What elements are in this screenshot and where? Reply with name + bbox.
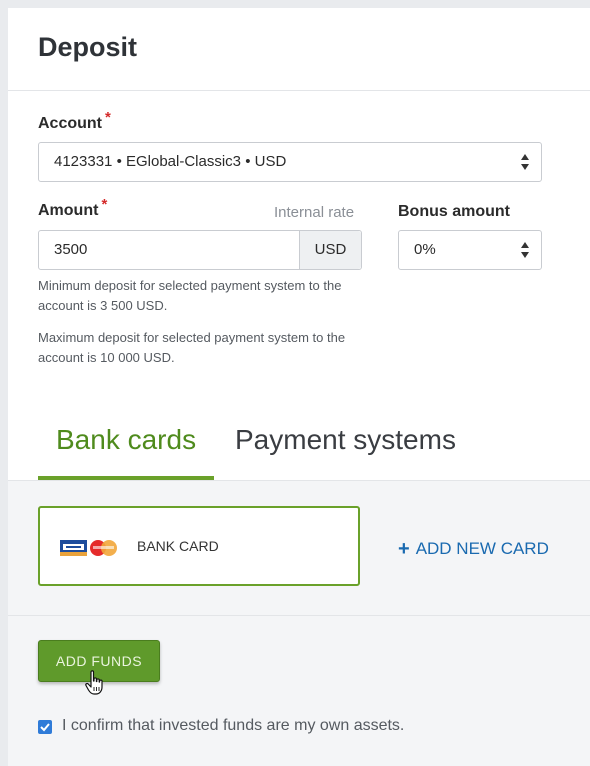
plus-icon: + (398, 538, 410, 560)
currency-addon: USD (299, 231, 361, 269)
amount-input[interactable]: 3500 USD (38, 230, 362, 270)
page-title: Deposit (38, 32, 138, 62)
updown-arrows-icon (520, 152, 530, 172)
active-tab-indicator (38, 476, 214, 480)
checkmark-icon (40, 723, 50, 732)
bonus-amount-label: Bonus amount (398, 203, 510, 220)
required-mark: * (105, 109, 111, 126)
cards-area: BANK CARD + ADD NEW CARD (8, 481, 590, 616)
required-mark: * (101, 196, 108, 213)
amount-label-row: Amount * (38, 196, 107, 220)
confirm-checkbox[interactable] (38, 720, 52, 734)
account-label-row: Account * (38, 109, 111, 133)
amount-label: Amount (38, 202, 99, 219)
visa-mastercard-icon (60, 538, 120, 558)
panel-header: Deposit (8, 8, 590, 91)
amount-input-value: 3500 (54, 241, 88, 258)
min-deposit-hint: Minimum deposit for selected payment sys… (38, 278, 342, 313)
account-select[interactable]: 4123331 • EGlobal-Classic3 • USD (38, 142, 542, 182)
deposit-panel: Deposit Account * 4123331 • EGlobal-Class… (8, 8, 590, 766)
bonus-select[interactable]: 0% (398, 230, 542, 270)
form-footer: ADD FUNDS I confirm that invested funds … (8, 616, 590, 766)
payment-tabs: Bank cards Payment systems (8, 408, 590, 481)
internal-rate-link[interactable]: Internal rate (274, 204, 354, 221)
confirm-label[interactable]: I confirm that invested funds are my own… (62, 717, 404, 735)
tab-bank-cards[interactable]: Bank cards (56, 424, 196, 456)
bank-card-option[interactable]: BANK CARD (38, 506, 360, 586)
add-new-card-label: ADD NEW CARD (415, 539, 549, 558)
hand-pointer-icon (84, 670, 106, 696)
account-select-value: 4123331 • EGlobal-Classic3 • USD (54, 153, 287, 170)
bank-card-label: BANK CARD (137, 538, 219, 554)
max-deposit-hint: Maximum deposit for selected payment sys… (38, 330, 346, 365)
add-new-card-link[interactable]: + ADD NEW CARD (398, 537, 549, 560)
updown-arrows-icon (520, 240, 530, 260)
bonus-select-value: 0% (414, 241, 436, 258)
tab-payment-systems[interactable]: Payment systems (235, 424, 456, 456)
account-label: Account (38, 115, 102, 132)
